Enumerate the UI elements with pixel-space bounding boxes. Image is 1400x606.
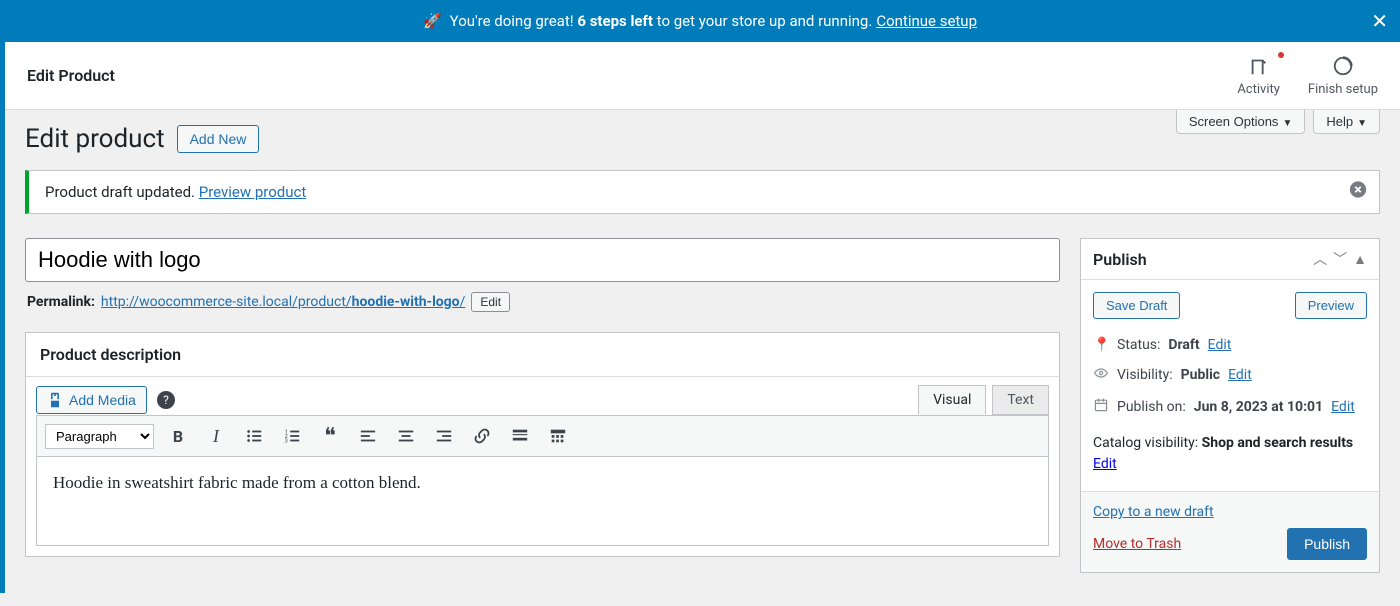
- draft-updated-notice: Product draft updated. Preview product: [25, 170, 1380, 214]
- italic-icon[interactable]: I: [202, 422, 230, 450]
- toggle-panel-icon[interactable]: ▲: [1353, 251, 1367, 268]
- align-center-icon[interactable]: [392, 422, 420, 450]
- permalink-url[interactable]: http://woocommerce-site.local/product/ho…: [101, 294, 465, 310]
- page-title-header: Edit Product: [27, 66, 115, 85]
- status-value: Draft: [1168, 337, 1199, 353]
- edit-status-link[interactable]: Edit: [1208, 337, 1232, 353]
- preview-button[interactable]: Preview: [1295, 292, 1367, 319]
- read-more-icon[interactable]: [506, 422, 534, 450]
- text-tab[interactable]: Text: [992, 385, 1049, 415]
- close-banner-icon[interactable]: ✕: [1371, 9, 1388, 33]
- svg-text:3: 3: [285, 438, 288, 444]
- media-icon: [47, 392, 63, 408]
- save-draft-button[interactable]: Save Draft: [1093, 292, 1180, 319]
- activity-label: Activity: [1237, 82, 1280, 97]
- continue-setup-link[interactable]: Continue setup: [876, 12, 977, 30]
- move-up-icon[interactable]: ︿: [1313, 249, 1327, 269]
- banner-prefix: You're doing great!: [450, 12, 574, 30]
- editor-content[interactable]: Hoodie in sweatshirt fabric made from a …: [36, 456, 1049, 546]
- help-icon[interactable]: ?: [157, 391, 175, 409]
- calendar-icon: [1093, 397, 1109, 417]
- align-right-icon[interactable]: [430, 422, 458, 450]
- add-media-button[interactable]: Add Media: [36, 386, 147, 414]
- activity-button[interactable]: Activity: [1237, 54, 1280, 97]
- quote-icon[interactable]: ❝: [316, 422, 344, 450]
- edit-permalink-button[interactable]: Edit: [471, 292, 510, 312]
- finish-setup-button[interactable]: Finish setup: [1308, 54, 1378, 97]
- banner-suffix: to get your store up and running.: [657, 12, 873, 30]
- product-description-title: Product description: [26, 333, 1059, 377]
- paragraph-select[interactable]: Paragraph: [45, 424, 154, 449]
- align-left-icon[interactable]: [354, 422, 382, 450]
- bullet-list-icon[interactable]: [240, 422, 268, 450]
- editor-format-toolbar: Paragraph B I 123 ❝: [36, 415, 1049, 456]
- finish-setup-label: Finish setup: [1308, 82, 1378, 97]
- dismiss-notice-icon[interactable]: [1349, 181, 1367, 204]
- notice-text: Product draft updated.: [45, 183, 195, 201]
- header-bar: Edit Product Activity Finish setup: [5, 42, 1400, 110]
- permalink-label: Permalink:: [27, 294, 95, 310]
- banner-steps: 6 steps left: [577, 12, 653, 30]
- pin-icon: 📍: [1093, 337, 1109, 353]
- edit-catalog-link[interactable]: Edit: [1093, 456, 1117, 472]
- rocket-icon: 🚀: [423, 12, 442, 30]
- eye-icon: [1093, 365, 1109, 385]
- publish-title: Publish: [1093, 250, 1307, 269]
- setup-banner: 🚀 You're doing great! 6 steps left to ge…: [0, 0, 1400, 42]
- catalog-value: Shop and search results: [1202, 435, 1354, 451]
- permalink-row: Permalink: http://woocommerce-site.local…: [25, 282, 1060, 312]
- preview-product-link[interactable]: Preview product: [199, 183, 307, 201]
- finish-setup-icon: [1308, 54, 1378, 78]
- publish-date-value: Jun 8, 2023 at 10:01: [1194, 399, 1323, 415]
- product-description-box: Product description Add Media ? Visual T…: [25, 332, 1060, 557]
- visibility-value: Public: [1181, 367, 1220, 383]
- edit-date-link[interactable]: Edit: [1331, 399, 1355, 415]
- visual-tab[interactable]: Visual: [918, 385, 986, 415]
- screen-options-button[interactable]: Screen Options▼: [1176, 110, 1306, 134]
- copy-draft-link[interactable]: Copy to a new draft: [1093, 504, 1367, 520]
- toolbar-toggle-icon[interactable]: [544, 422, 572, 450]
- product-title-input[interactable]: [25, 238, 1060, 282]
- activity-dot-icon: [1278, 52, 1284, 58]
- edit-visibility-link[interactable]: Edit: [1228, 367, 1252, 383]
- help-button[interactable]: Help▼: [1313, 110, 1380, 134]
- link-icon[interactable]: [468, 422, 496, 450]
- bold-icon[interactable]: B: [164, 422, 192, 450]
- page-heading: Edit product: [25, 124, 165, 154]
- activity-icon: [1237, 54, 1280, 78]
- move-down-icon[interactable]: ﹀: [1333, 249, 1347, 269]
- add-new-button[interactable]: Add New: [177, 125, 260, 153]
- numbered-list-icon[interactable]: 123: [278, 422, 306, 450]
- publish-button[interactable]: Publish: [1287, 528, 1367, 560]
- publish-box: Publish ︿ ﹀ ▲ Save Draft Preview 📍 Statu…: [1080, 238, 1380, 573]
- move-to-trash-link[interactable]: Move to Trash: [1093, 536, 1181, 552]
